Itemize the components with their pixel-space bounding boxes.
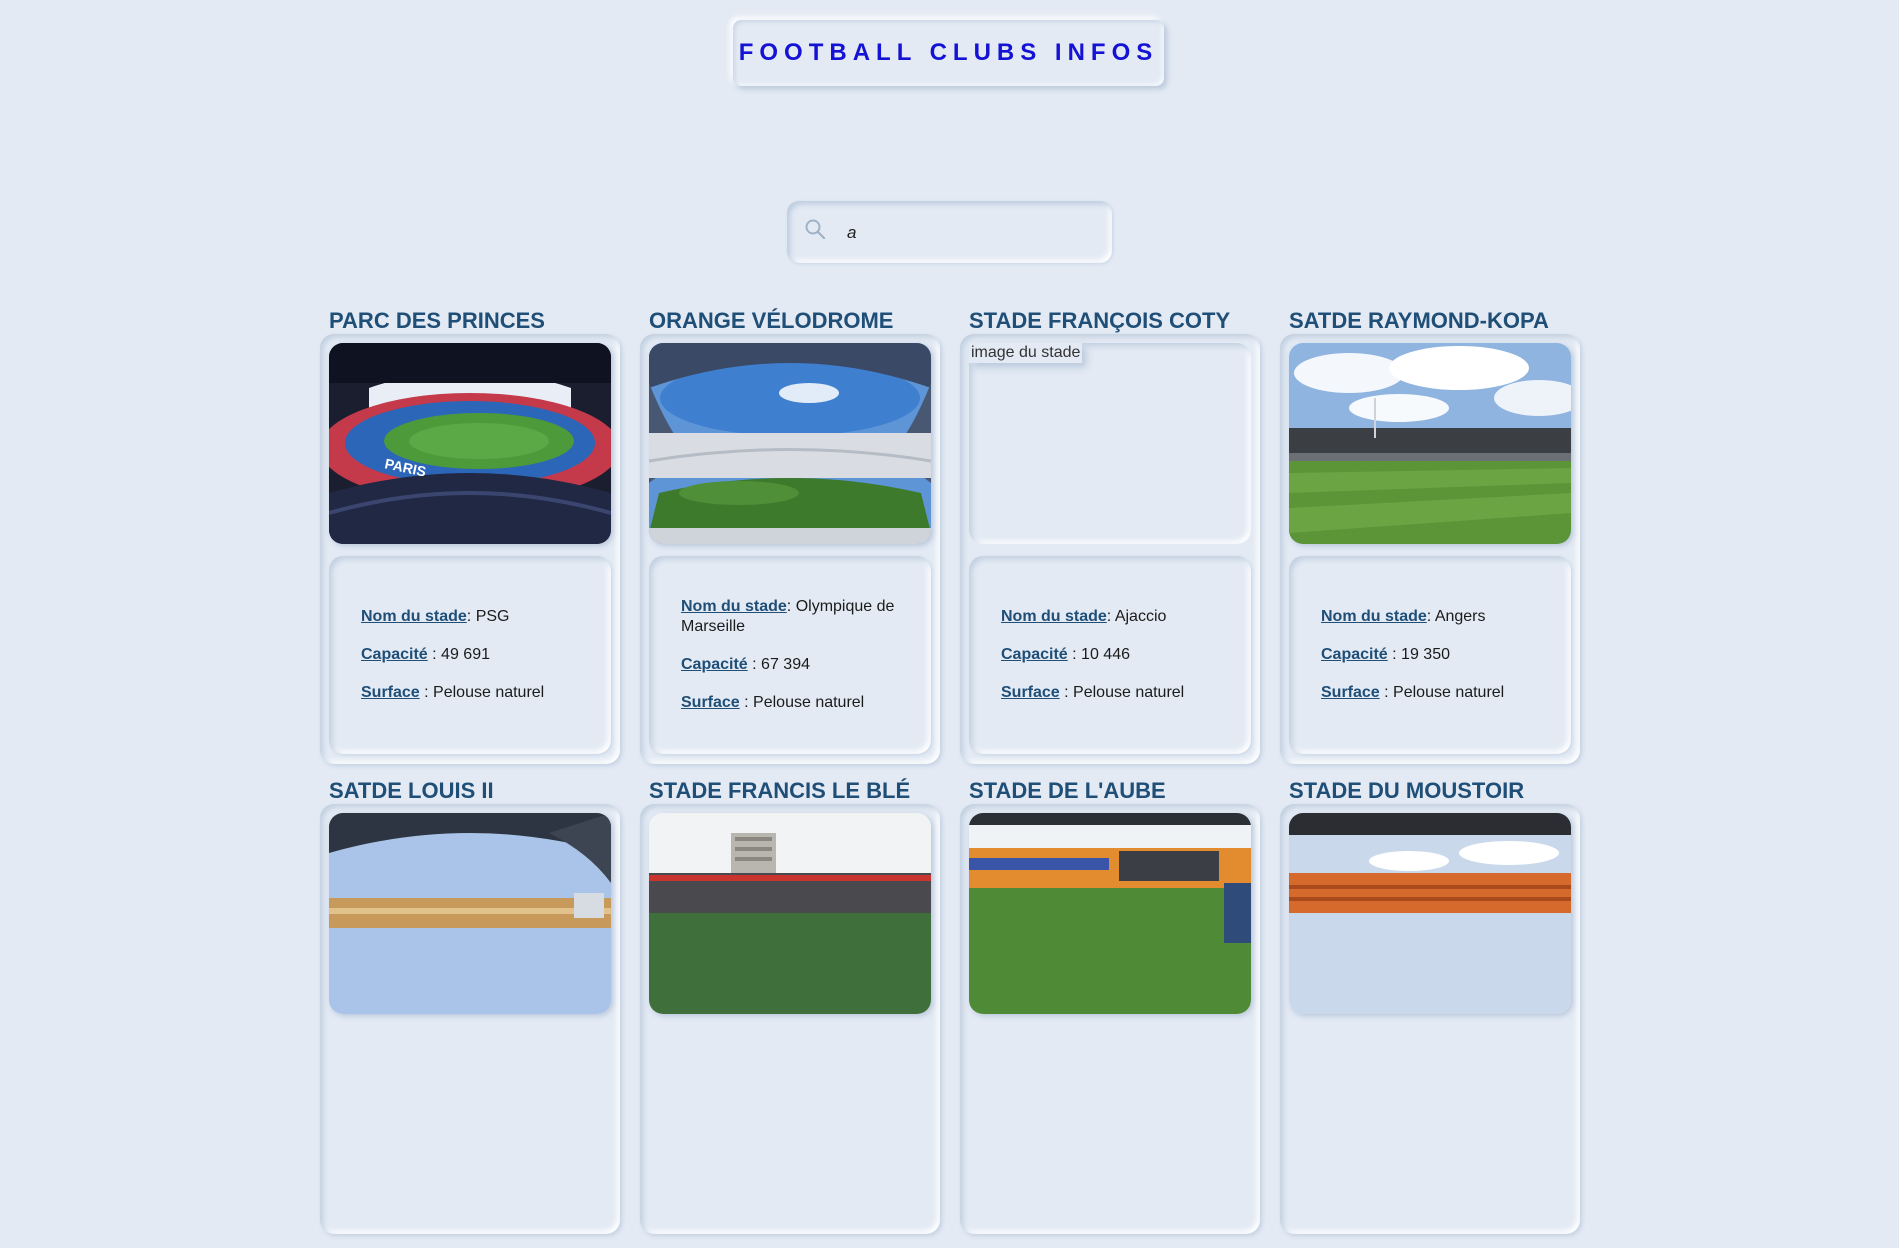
capacity-line: Capacité : 49 691 [361, 646, 490, 663]
stadium-info: Nom du stade: Olympique de Marseille Cap… [649, 556, 931, 754]
club-value: Angers [1434, 608, 1486, 625]
stadium-info: Nom du stade: Ajaccio Capacité : 10 446 … [969, 556, 1251, 754]
surface-line: Surface : Pelouse naturel [1001, 684, 1185, 701]
stadium-title: ORANGE VÉLODROME [649, 308, 894, 333]
card-body [640, 804, 940, 1234]
search-icon [805, 219, 826, 240]
header-title-box: FOOTBALL CLUBS INFOS [733, 20, 1164, 86]
capacity-line: Capacité : 19 350 [1321, 646, 1450, 663]
card-body: Nom du stade: Angers Capacité : 19 350 S… [1280, 334, 1580, 764]
card-body: Nom du stade: Olympique de Marseille Cap… [640, 334, 940, 764]
capacity-value: 49 691 [441, 646, 490, 663]
stadium-card[interactable]: STADE DE L'AUBE [960, 778, 1260, 1248]
broken-image-alt-text: image du stade [969, 343, 1083, 363]
club-value: Ajaccio [1114, 608, 1167, 625]
stadium-title: STADE FRANÇOIS COTY [969, 308, 1231, 333]
capacity-line: Capacité : 10 446 [1001, 646, 1130, 663]
stadium-image [649, 813, 931, 1014]
surface-line: Surface : Pelouse naturel [361, 684, 545, 701]
stadium-title: STADE FRANCIS LE BLÉ [649, 778, 911, 803]
capacity-value: 19 350 [1401, 646, 1450, 663]
card-body [320, 804, 620, 1234]
surface-label[interactable]: Surface [681, 694, 740, 711]
surface-line: Surface : Pelouse naturel [1321, 684, 1505, 701]
surface-label[interactable]: Surface [1001, 684, 1060, 701]
club-line: Nom du stade: Olympique de Marseille [681, 598, 895, 635]
name-label[interactable]: Nom du stade [361, 608, 467, 625]
club-value: PSG [475, 608, 510, 625]
stadium-image-broken: image du stade [969, 343, 1251, 544]
stadium-title: SATDE LOUIS II [329, 778, 494, 803]
surface-value: Pelouse naturel [1073, 684, 1185, 701]
search-box[interactable] [787, 201, 1112, 263]
stadium-title: STADE DU MOUSTOIR [1289, 778, 1525, 803]
stadium-card[interactable]: ORANGE VÉLODROME Nom du stade: Olympique… [640, 308, 940, 778]
card-body [960, 804, 1260, 1234]
surface-line: Surface : Pelouse naturel [681, 694, 865, 711]
stadium-card[interactable]: STADE FRANCIS LE BLÉ [640, 778, 940, 1248]
capacity-line: Capacité : 67 394 [681, 656, 810, 673]
search-input[interactable] [845, 217, 1099, 249]
card-body: image du stade Nom du stade: Ajaccio Cap… [960, 334, 1260, 764]
stadium-card[interactable]: STADE FRANÇOIS COTY image du stade Nom d… [960, 308, 1260, 778]
stadium-card[interactable]: STADE DU MOUSTOIR [1280, 778, 1580, 1248]
surface-value: Pelouse naturel [433, 684, 545, 701]
stadium-image [969, 813, 1251, 1014]
surface-value: Pelouse naturel [1393, 684, 1505, 701]
capacity-label[interactable]: Capacité [361, 646, 428, 663]
stadium-title: PARC DES PRINCES [329, 308, 545, 333]
surface-label[interactable]: Surface [1321, 684, 1380, 701]
capacity-value: 67 394 [761, 656, 810, 673]
surface-label[interactable]: Surface [361, 684, 420, 701]
stadium-info: Nom du stade: Angers Capacité : 19 350 S… [1289, 556, 1571, 754]
stadium-info: Nom du stade: PSG Capacité : 49 691 Surf… [329, 556, 611, 754]
stadium-card[interactable]: SATDE RAYMOND-KOPA Nom du stade: Angers … [1280, 308, 1580, 778]
capacity-label[interactable]: Capacité [681, 656, 748, 673]
stadium-image [1289, 813, 1571, 1014]
club-line: Nom du stade: PSG [361, 608, 510, 625]
capacity-label[interactable]: Capacité [1321, 646, 1388, 663]
surface-value: Pelouse naturel [753, 694, 865, 711]
card-body [1280, 804, 1580, 1234]
name-label[interactable]: Nom du stade [681, 598, 787, 615]
stadium-title: SATDE RAYMOND-KOPA [1289, 308, 1549, 333]
stadium-card[interactable]: PARC DES PRINCES PARIS Nom du stade: PSG… [320, 308, 620, 778]
capacity-label[interactable]: Capacité [1001, 646, 1068, 663]
stadium-image [1289, 343, 1571, 544]
capacity-value: 10 446 [1081, 646, 1130, 663]
club-line: Nom du stade: Ajaccio [1001, 608, 1167, 625]
stadium-grid: PARC DES PRINCES PARIS Nom du stade: PSG… [320, 308, 1580, 1248]
page-title: FOOTBALL CLUBS INFOS [738, 39, 1159, 66]
card-body: PARIS Nom du stade: PSG Capacité : 49 69… [320, 334, 620, 764]
club-line: Nom du stade: Angers [1321, 608, 1486, 625]
name-label[interactable]: Nom du stade [1001, 608, 1107, 625]
stadium-title: STADE DE L'AUBE [969, 778, 1166, 803]
stadium-image: PARIS [329, 343, 611, 544]
name-label[interactable]: Nom du stade [1321, 608, 1427, 625]
stadium-image [649, 343, 931, 544]
stadium-card[interactable]: SATDE LOUIS II [320, 778, 620, 1248]
stadium-image [329, 813, 611, 1014]
